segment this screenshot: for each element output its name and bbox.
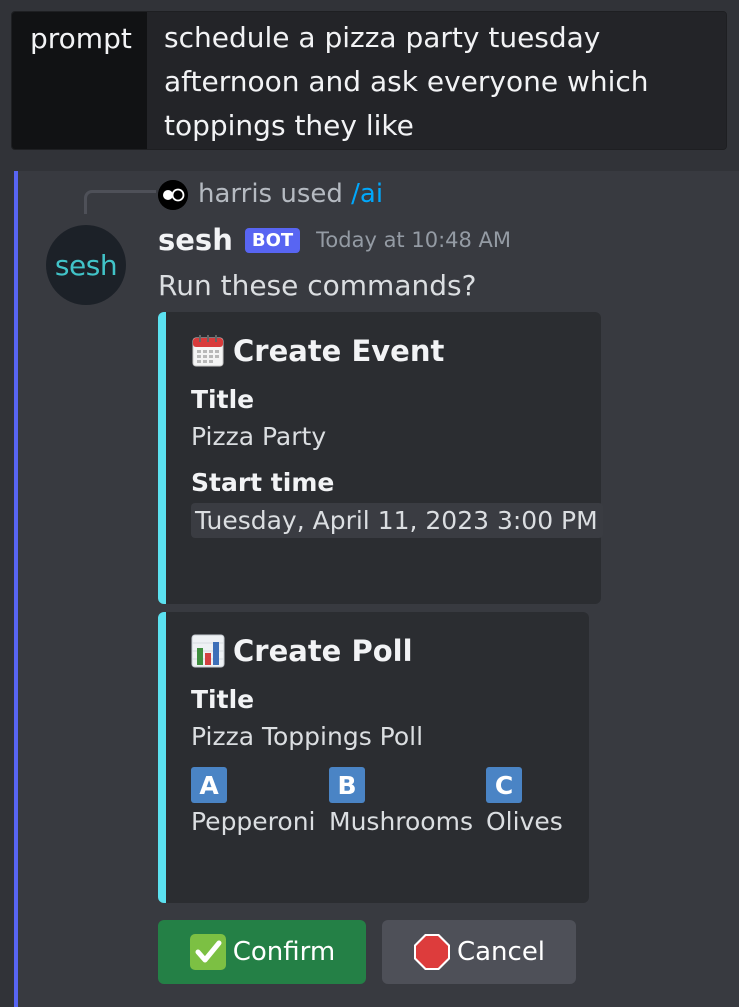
event-embed: Create Event Title Pizza Party Start tim… [158, 312, 603, 604]
poll-option-label: Mushrooms [329, 807, 473, 836]
event-embed-title-text: Create Event [233, 334, 445, 368]
letter-c-icon: C [486, 767, 522, 803]
reply-used-text: used [280, 179, 343, 209]
confirm-label: Confirm [232, 937, 336, 967]
event-start-value[interactable]: Tuesday, April 11, 2023 3:00 PM [191, 503, 603, 538]
highlight-bar [14, 171, 18, 1007]
bar-chart-icon [191, 634, 225, 668]
poll-option-label: Olives [486, 807, 563, 836]
poll-title-value: Pizza Toppings Poll [191, 722, 424, 751]
check-mark-icon [189, 933, 227, 971]
reply-user-avatar[interactable] [158, 180, 188, 210]
reply-connector [84, 190, 156, 214]
prompt-value: schedule a pizza party tuesday afternoon… [147, 12, 726, 149]
poll-option-c: C Olives [486, 767, 563, 836]
event-title-value: Pizza Party [191, 422, 327, 451]
command-option-prompt: prompt schedule a pizza party tuesday af… [11, 11, 727, 150]
author-name[interactable]: sesh [158, 223, 233, 257]
poll-embed: Create Poll Title Pizza Toppings Poll A … [158, 612, 589, 903]
calendar-icon [191, 334, 225, 368]
event-start-label: Start time [191, 468, 335, 497]
cancel-button[interactable]: Cancel [382, 920, 576, 984]
poll-option-a: A Pepperoni [191, 767, 329, 836]
poll-option-b: B Mushrooms [329, 767, 486, 836]
confirm-button[interactable]: Confirm [158, 920, 366, 984]
stop-sign-icon [413, 933, 451, 971]
bot-avatar[interactable]: sesh [46, 225, 126, 305]
bot-badge: BOT [244, 227, 301, 253]
reply-context: harris used /ai [198, 179, 383, 209]
event-title-label: Title [191, 385, 255, 414]
poll-embed-title-text: Create Poll [233, 634, 413, 668]
event-embed-title: Create Event [191, 334, 601, 368]
message-timestamp: Today at 10:48 AM [316, 228, 512, 252]
message-text: Run these commands? [158, 269, 477, 302]
message-header: sesh BOT Today at 10:48 AM [158, 223, 511, 257]
reply-username[interactable]: harris [198, 179, 272, 209]
letter-a-icon: A [191, 767, 227, 803]
poll-option-label: Pepperoni [191, 807, 316, 836]
bot-message: harris used /ai sesh sesh BOT Today at 1… [14, 171, 739, 1007]
letter-b-icon: B [329, 767, 365, 803]
reply-command[interactable]: /ai [351, 179, 383, 209]
discord-chat: prompt schedule a pizza party tuesday af… [0, 0, 739, 1007]
poll-options: A Pepperoni B Mushrooms C Olives [191, 767, 589, 836]
prompt-label: prompt [12, 12, 147, 149]
poll-embed-title: Create Poll [191, 634, 589, 668]
cancel-label: Cancel [456, 937, 546, 967]
poll-title-label: Title [191, 685, 255, 714]
